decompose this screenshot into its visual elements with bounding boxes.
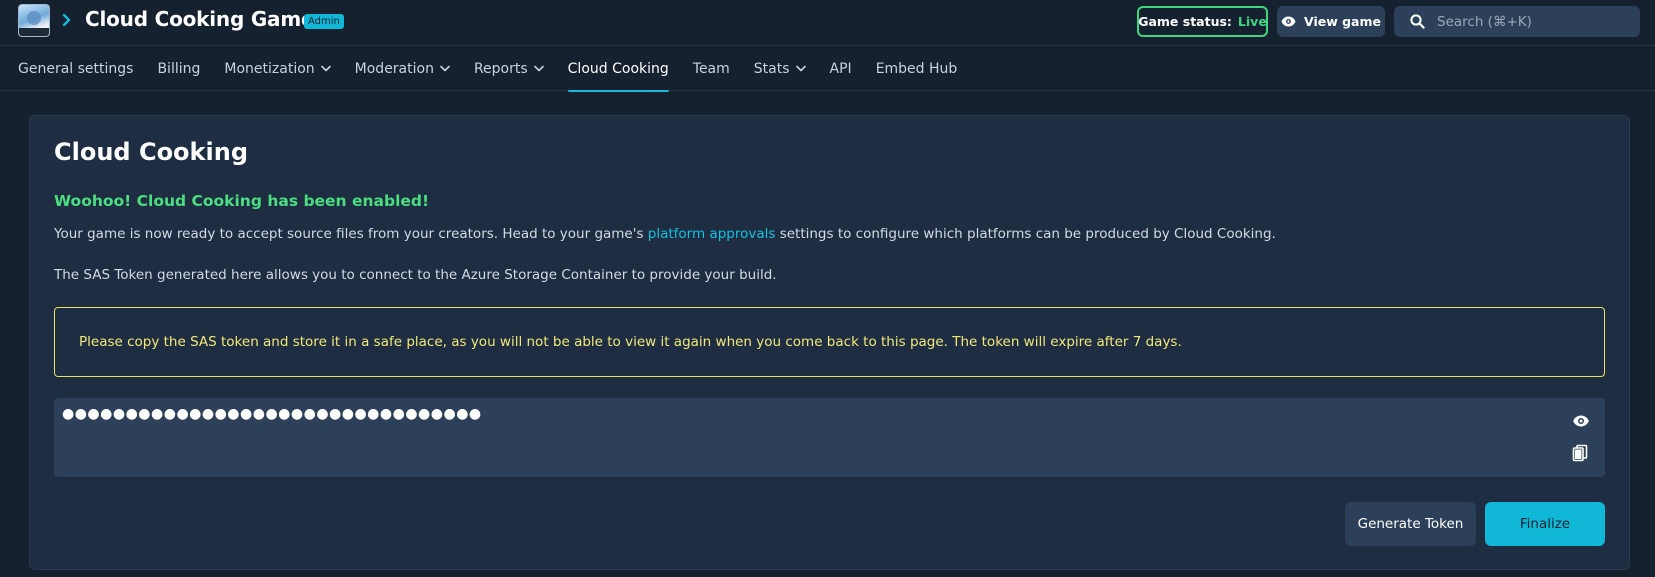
game-logo[interactable] (18, 4, 50, 37)
view-game-button[interactable]: View game (1277, 6, 1385, 37)
search-input[interactable] (1437, 13, 1627, 30)
game-status-label: Game status: (1138, 14, 1232, 29)
intro-text-after: settings to configure which platforms ca… (775, 226, 1276, 242)
tab-label: Cloud Cooking (567, 60, 669, 77)
sas-token-field[interactable]: ●●●●●●●●●●●●●●●●●●●●●●●●●●●●●●●●● (54, 398, 1605, 477)
sas-token-value[interactable]: ●●●●●●●●●●●●●●●●●●●●●●●●●●●●●●●●● (62, 406, 482, 422)
tab-label: General settings (18, 60, 134, 77)
tab-label: Reports (473, 60, 528, 77)
breadcrumb-chevron-icon (62, 10, 74, 30)
tab-team[interactable]: Team (693, 46, 730, 91)
sas-info-paragraph: The SAS Token generated here allows you … (54, 267, 777, 283)
chevron-down-icon (320, 65, 331, 72)
copy-token-clipboard-icon[interactable] (1572, 444, 1588, 462)
success-message: Woohoo! Cloud Cooking has been enabled! (54, 192, 430, 210)
tab-label: Billing (157, 60, 201, 77)
chevron-down-icon (533, 65, 544, 72)
search-box[interactable] (1394, 6, 1640, 37)
chevron-down-icon (795, 65, 806, 72)
tab-label: Monetization (224, 60, 315, 77)
settings-nav: General settings Billing Monetization Moder… (0, 46, 1655, 92)
platform-approvals-link[interactable]: platform approvals (648, 226, 776, 242)
page-title: Cloud Cooking (54, 138, 248, 166)
intro-text-before: Your game is now ready to accept source … (54, 226, 648, 242)
tab-label: Team (692, 60, 730, 77)
tab-label: API (829, 60, 852, 77)
token-warning-text: Please copy the SAS token and store it i… (79, 334, 1182, 350)
chevron-down-icon (440, 65, 450, 72)
tab-embed-hub[interactable]: Embed Hub (876, 46, 958, 91)
game-status-pill[interactable]: Game status: Live (1137, 6, 1268, 37)
tab-list: General settings Billing Monetization Moder… (0, 46, 1655, 92)
tab-api[interactable]: API (830, 46, 852, 91)
tab-label: Moderation (354, 60, 434, 77)
view-game-label: View game (1303, 14, 1381, 29)
tab-moderation[interactable]: Moderation (355, 46, 450, 91)
reveal-token-eye-icon[interactable] (1572, 412, 1590, 430)
game-status-value: Live (1237, 14, 1267, 29)
top-bar: Cloud Cooking Game Admin Game status: Li… (0, 0, 1655, 46)
tab-label: Stats (753, 60, 790, 77)
cloud-cooking-panel: Cloud Cooking Woohoo! Cloud Cooking has … (29, 115, 1630, 570)
eye-icon (1281, 16, 1296, 27)
token-warning-alert: Please copy the SAS token and store it i… (54, 307, 1605, 377)
game-title[interactable]: Cloud Cooking Game (85, 7, 315, 31)
finalize-button[interactable]: Finalize (1485, 502, 1605, 546)
tab-reports[interactable]: Reports (474, 46, 544, 91)
admin-badge: Admin (304, 14, 344, 29)
tab-general-settings[interactable]: General settings (18, 46, 133, 91)
tab-monetization[interactable]: Monetization (224, 46, 331, 91)
tab-label: Embed Hub (875, 60, 958, 77)
tab-cloud-cooking[interactable]: Cloud Cooking (567, 46, 669, 92)
tab-stats[interactable]: Stats (754, 46, 806, 91)
search-icon (1410, 14, 1425, 29)
intro-paragraph: Your game is now ready to accept source … (54, 226, 1276, 242)
tab-billing[interactable]: Billing (157, 46, 200, 91)
generate-token-button[interactable]: Generate Token (1345, 502, 1476, 546)
